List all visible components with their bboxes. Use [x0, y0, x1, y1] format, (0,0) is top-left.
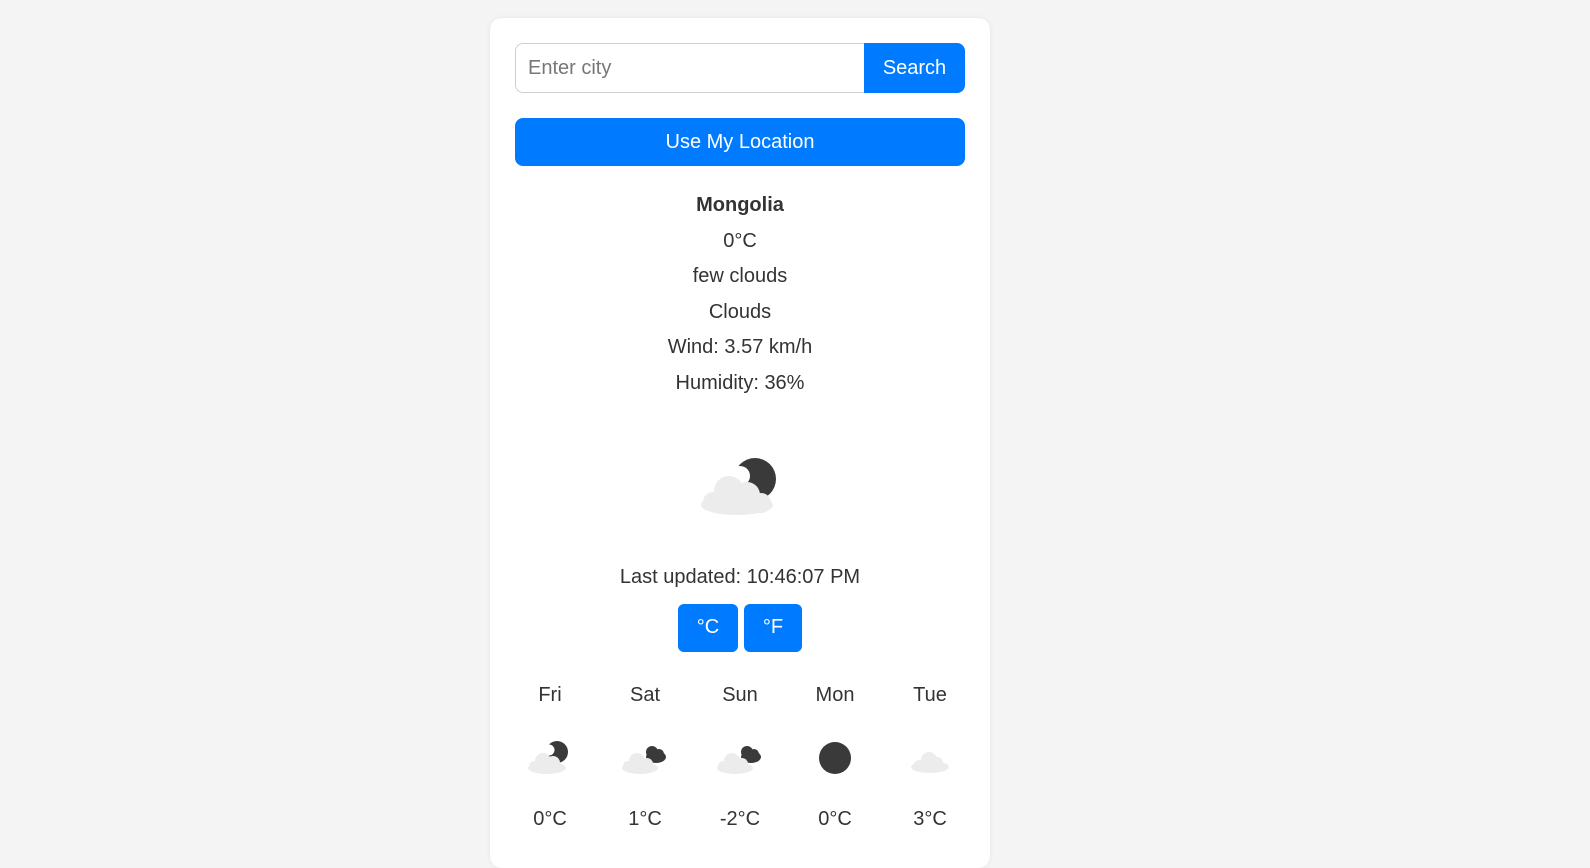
current-temperature: 0°C [723, 229, 757, 252]
forecast-day: Mon 0°C [800, 680, 870, 834]
forecast-day-name: Mon [815, 683, 855, 706]
search-button[interactable]: Search [864, 43, 965, 93]
weather-card: Search Use My Location Mongolia 0°C few … [490, 18, 990, 868]
wind-speed: Wind: 3.57 km/h [667, 336, 813, 359]
forecast-day: Sat 1°C [610, 680, 680, 834]
broken-clouds-night-icon [622, 745, 666, 774]
few-clouds-night-icon [528, 740, 568, 774]
forecast-temperature: 0°C [818, 807, 852, 830]
forecast-day: Sun -2°C [705, 680, 775, 834]
humidity: Humidity: 36% [675, 371, 805, 394]
forecast-day-name: Fri [538, 683, 562, 706]
city-name: Mongolia [696, 194, 784, 216]
forecast-temperature: 0°C [533, 807, 567, 830]
weather-condition: Clouds [708, 300, 772, 323]
forecast-day: Tue 3°C [895, 680, 965, 834]
clear-night-icon [819, 741, 851, 774]
forecast-row: Fri 0°C Sat 1°C Sun -2°C Mon 0°C Tue 3°C [515, 680, 965, 834]
forecast-day: Fri 0°C [515, 680, 585, 834]
unit-toggle: °C °F [515, 603, 965, 652]
forecast-day-name: Sat [629, 683, 661, 706]
last-updated: Last updated: 10:46:07 PM [619, 565, 861, 588]
few-clouds-night-icon [701, 457, 776, 515]
search-bar: Search [515, 43, 965, 93]
forecast-temperature: -2°C [719, 807, 761, 830]
forecast-temperature: 3°C [913, 807, 947, 830]
forecast-day-name: Sun [722, 683, 758, 706]
forecast-day-name: Tue [913, 683, 947, 706]
weather-description: few clouds [692, 265, 788, 288]
use-my-location-button[interactable]: Use My Location [515, 118, 965, 166]
broken-clouds-night-icon [717, 745, 761, 774]
forecast-temperature: 1°C [628, 807, 662, 830]
celsius-button[interactable]: °C [678, 603, 738, 652]
city-search-input[interactable] [515, 43, 864, 93]
current-weather: Mongolia 0°C few clouds Clouds Wind: 3.5… [515, 188, 965, 402]
cloud-icon [911, 751, 949, 773]
fahrenheit-button[interactable]: °F [744, 603, 802, 652]
